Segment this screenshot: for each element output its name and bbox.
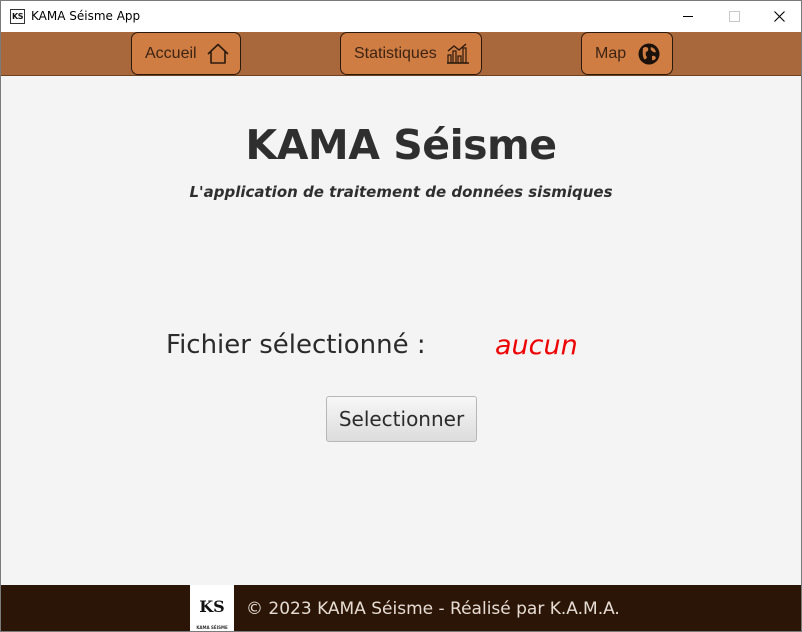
close-button[interactable] xyxy=(757,1,801,32)
nav-accueil-button[interactable]: Accueil xyxy=(131,32,241,75)
page-subtitle: L'application de traitement de données s… xyxy=(189,183,613,201)
home-icon xyxy=(207,43,229,64)
main-content: KAMA Séisme L'application de traitement … xyxy=(1,77,801,585)
selected-file-label: Fichier sélectionné : xyxy=(166,330,426,360)
nav-statistiques-button[interactable]: Statistiques xyxy=(340,32,482,75)
globe-icon xyxy=(638,43,660,65)
window-title: KAMA Séisme App xyxy=(31,9,141,23)
nav-map-button[interactable]: Map xyxy=(581,32,673,75)
footer: KS KAMA SÉISME © 2023 KAMA Séisme - Réal… xyxy=(1,585,801,631)
app-window: KS KAMA Séisme App Accueil Statistiques xyxy=(0,0,802,632)
footer-logo-subtext: KAMA SÉISME xyxy=(196,625,228,630)
chart-icon xyxy=(447,43,469,64)
close-icon xyxy=(774,11,785,22)
title-bar: KS KAMA Séisme App xyxy=(1,1,801,32)
footer-logo-text: KS xyxy=(199,597,225,616)
page-title: KAMA Séisme xyxy=(245,121,557,169)
nav-statistiques-label: Statistiques xyxy=(354,44,437,62)
minimize-button[interactable] xyxy=(665,1,711,32)
selected-file-value: aucun xyxy=(495,330,578,361)
nav-accueil-label: Accueil xyxy=(145,44,197,62)
nav-bar: Accueil Statistiques Map xyxy=(1,32,801,76)
app-logo-icon: KS xyxy=(10,9,25,24)
maximize-button[interactable] xyxy=(711,1,757,32)
footer-logo: KS KAMA SÉISME xyxy=(190,585,234,631)
footer-copyright: © 2023 KAMA Séisme - Réalisé par K.A.M.A… xyxy=(246,599,620,619)
nav-map-label: Map xyxy=(595,44,627,62)
select-file-button[interactable]: Selectionner xyxy=(326,396,477,442)
